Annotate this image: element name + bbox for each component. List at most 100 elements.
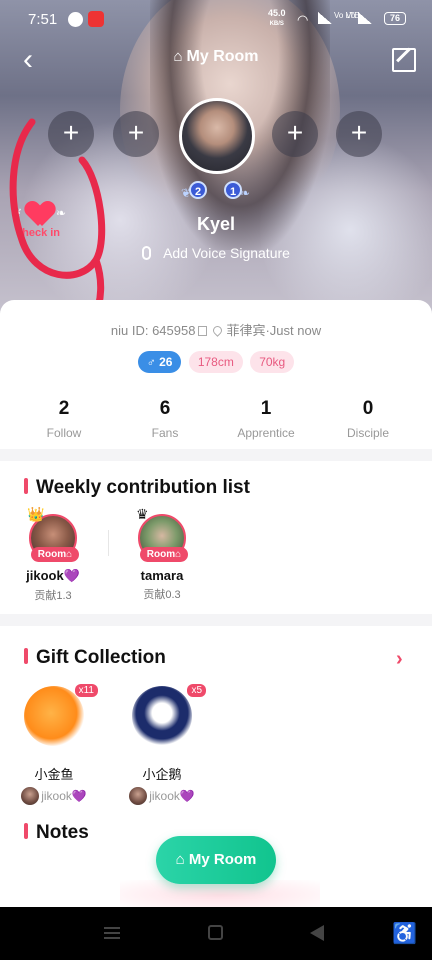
contributor-item[interactable]: ♛ Room⌂ tamara 贡献0.3 [130, 506, 194, 602]
stat-label: Follow [46, 426, 82, 440]
goldfish-icon: x11 [24, 684, 98, 746]
status-bar: 7:51 45.0 KB/S ◠ Vo LTE Vo 76 [0, 0, 432, 40]
add-voice-signature-button[interactable]: Add Voice Signature [0, 245, 432, 261]
sim2-tag: Vo [346, 11, 356, 20]
section-divider [0, 614, 432, 626]
avatar[interactable] [179, 98, 255, 174]
network-speed-unit: KB/S [269, 21, 284, 27]
back-triangle-icon[interactable] [310, 925, 324, 941]
menu-icon[interactable] [104, 927, 120, 939]
stat-follow[interactable]: 2 Follow [14, 398, 114, 440]
wing-icon: ❦ [12, 206, 23, 220]
stat-disciple[interactable]: 0 Disciple [318, 398, 418, 440]
decorative-glow [120, 880, 320, 910]
divider [108, 530, 109, 556]
home-icon: ⌂ [175, 851, 189, 868]
gift-collection-title: Gift Collection [24, 647, 166, 669]
network-speed: 45.0 KB/S [268, 9, 286, 29]
signal-icon [358, 12, 372, 24]
wifi-icon: ◠ [297, 12, 309, 27]
stat-value: 0 [362, 398, 374, 419]
stat-value: 1 [260, 398, 272, 419]
sender-name: jikook💜 [149, 789, 195, 803]
room-badge[interactable]: Room⌂ [31, 547, 79, 562]
contributor-item[interactable]: 👑 Room⌂ jikook💜 贡献1.3 [21, 506, 85, 603]
add-seat-button[interactable]: + [113, 111, 159, 157]
stat-fans[interactable]: 6 Fans [115, 398, 215, 440]
contributor-name: tamara [140, 568, 184, 583]
stat-label: Fans [151, 426, 179, 440]
voice-signature-label: Add Voice Signature [163, 245, 290, 261]
stats-row: 2 Follow 6 Fans 1 Apprentice 0 Disciple [0, 398, 432, 442]
contributor-avatar[interactable]: ♛ Room⌂ [136, 506, 188, 562]
section-title-text: Notes [36, 822, 89, 843]
accessibility-icon[interactable]: ♿ [392, 921, 417, 946]
sender-name: jikook💜 [41, 789, 87, 803]
weekly-contribution-title: Weekly contribution list [24, 477, 250, 499]
contributor-avatar[interactable]: 👑 Room⌂ [27, 506, 79, 562]
section-title-text: Weekly contribution list [36, 477, 250, 498]
signal-icon [318, 12, 332, 24]
crown-icon: 👑 [27, 506, 45, 522]
my-room-button-label: My Room [188, 851, 257, 868]
stat-label: Disciple [346, 426, 389, 440]
status-time: 7:51 [28, 11, 58, 28]
crown-icon: ♛ [136, 506, 149, 522]
page-title-text: My Room [186, 48, 259, 65]
stat-apprentice[interactable]: 1 Apprentice [216, 398, 316, 440]
contributor-name: jikook💜 [26, 568, 80, 583]
gift-name: 小企鹅 [142, 767, 182, 782]
gender-age-badge: ♂ 26 [137, 351, 182, 373]
stat-value: 2 [58, 398, 70, 419]
check-in-label[interactable]: check in [16, 227, 60, 239]
penguin-icon: x5 [132, 684, 206, 746]
my-room-button[interactable]: ⌂ My Room [156, 836, 276, 884]
app-notification-icon [88, 11, 104, 27]
add-seat-button[interactable]: + [272, 111, 318, 157]
gift-name: 小金鱼 [34, 767, 74, 782]
sender-avatar [21, 787, 40, 805]
height-badge: 178cm [188, 351, 243, 373]
gift-item[interactable]: x5 小企鹅 jikook💜 [122, 684, 206, 805]
wing-icon: ❧ [56, 206, 67, 220]
gift-count-badge: x11 [74, 684, 98, 697]
gift-item[interactable]: x11 小金鱼 jikook💜 [14, 684, 98, 805]
wing-icon: ❧ [240, 186, 251, 200]
profile-tags: ♂ 26 178cm 70kg [0, 351, 432, 373]
messenger-icon [68, 12, 83, 27]
contributor-score: 贡献1.3 [34, 590, 72, 602]
room-badge[interactable]: Room⌂ [140, 547, 188, 562]
gift-sender: jikook💜 [14, 787, 94, 805]
stat-value: 6 [159, 398, 171, 419]
section-title-text: Gift Collection [36, 647, 166, 668]
contributor-score: 贡献0.3 [143, 589, 181, 601]
home-icon: ⌂ [173, 48, 183, 65]
gift-count-badge: x5 [187, 684, 206, 697]
section-accent-bar [24, 478, 28, 494]
page-title: ⌂ My Room [0, 48, 432, 66]
section-accent-bar [24, 823, 28, 839]
level-badge: 2 [184, 180, 212, 204]
notes-title: Notes [24, 822, 89, 844]
id-location-line: niu ID: 645958 菲律宾·Just now [0, 320, 432, 339]
add-seat-button[interactable]: + [48, 111, 94, 157]
battery-indicator: 76 [384, 12, 406, 25]
location-icon [211, 324, 225, 337]
copy-icon[interactable] [198, 326, 208, 336]
weight-badge: 70kg [250, 351, 295, 373]
location-text: 菲律宾·Just now [226, 323, 322, 338]
heart-icon[interactable] [26, 202, 54, 228]
microphone-icon [142, 246, 152, 260]
add-seat-button[interactable]: + [336, 111, 382, 157]
network-speed-value: 45.0 [268, 8, 286, 18]
edit-icon[interactable] [392, 48, 416, 72]
section-divider [0, 449, 432, 461]
chevron-right-icon[interactable]: › [396, 648, 403, 671]
home-button-icon[interactable] [208, 925, 223, 940]
user-id[interactable]: niu ID: 645958 [111, 323, 196, 338]
sender-avatar [129, 787, 148, 805]
stat-label: Apprentice [237, 426, 295, 440]
gift-sender: jikook💜 [122, 787, 202, 805]
section-accent-bar [24, 648, 28, 664]
system-navigation-bar: ♿ [0, 907, 432, 960]
